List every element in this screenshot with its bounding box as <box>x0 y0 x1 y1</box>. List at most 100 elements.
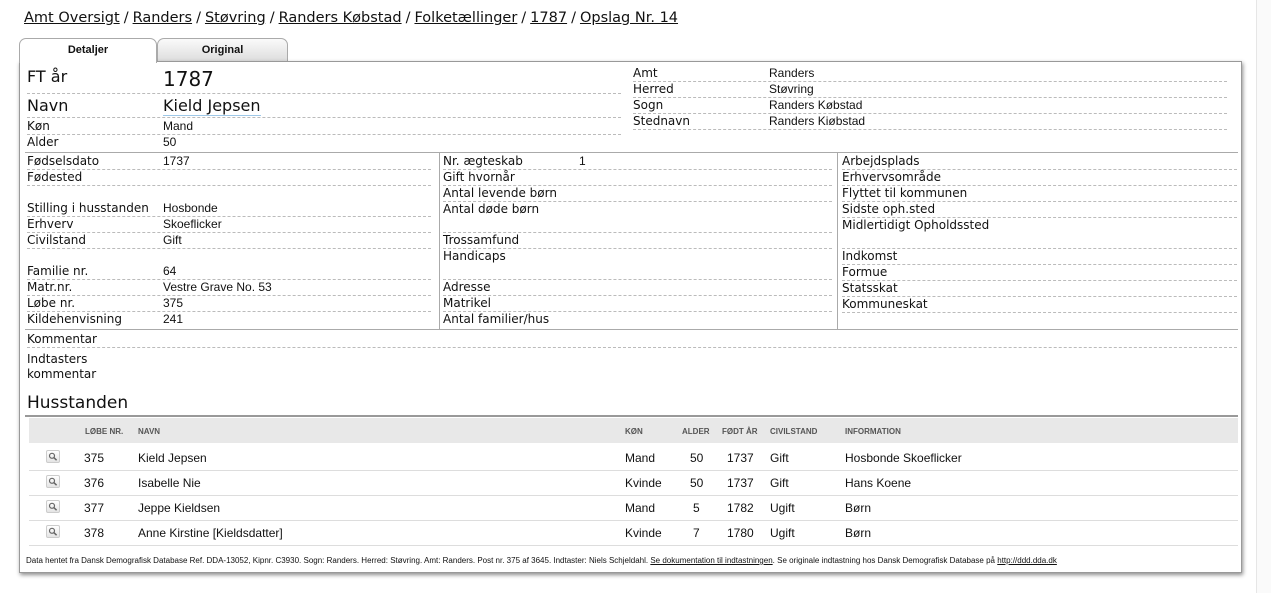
work-area-label: Erhvervsområde <box>842 170 941 184</box>
table-row[interactable]: 376 Isabelle Nie Kvinde 50 1737 Gift Han… <box>29 470 1238 496</box>
divider <box>27 117 621 118</box>
breadcrumb-separator: / <box>521 10 527 26</box>
row-age: 7 <box>693 526 700 540</box>
household-table-header: LØBE NR. NAVN KØN ALDER FØDT ÅR CIVILSTA… <box>29 418 1238 443</box>
magnifier-icon[interactable] <box>46 525 60 538</box>
row-civil: Ugift <box>770 526 795 540</box>
dda-link[interactable]: http://ddd.dda.dk <box>997 556 1057 565</box>
address-label: Adresse <box>443 280 491 294</box>
divider <box>27 232 431 233</box>
civil-value: Gift <box>163 233 182 247</box>
table-row[interactable]: 375 Kield Jepsen Mand 50 1737 Gift Hosbo… <box>29 445 1238 471</box>
breadcrumb-amt-oversigt[interactable]: Amt Oversigt <box>24 10 120 26</box>
divider <box>842 312 1237 313</box>
row-gender: Kvinde <box>625 476 662 490</box>
breadcrumb-separator: / <box>269 10 275 26</box>
row-info: Hans Koene <box>845 476 912 490</box>
row-gender: Mand <box>625 501 656 515</box>
breadcrumb-folketaellinger[interactable]: Folketællinger <box>414 10 517 26</box>
typist-comment-label-line2: kommentar <box>27 367 97 381</box>
row-info: Hosbonde Skoeflicker <box>845 451 962 465</box>
tab-details[interactable]: Detaljer <box>19 38 157 63</box>
row-info: Børn <box>845 526 872 540</box>
column-divider <box>837 153 838 329</box>
divider <box>27 248 431 249</box>
footer-text: Data hentet fra Dansk Demografisk Databa… <box>26 556 649 565</box>
temp-stay-label: Midlertidigt Opholdssted <box>842 218 990 232</box>
breadcrumb-year[interactable]: 1787 <box>530 10 567 26</box>
divider <box>27 185 431 186</box>
matrikel-label: Matrikel <box>443 296 491 310</box>
divider <box>633 129 1227 130</box>
column-divider <box>439 153 440 329</box>
divider <box>842 248 1237 249</box>
divider <box>27 93 621 94</box>
documentation-link[interactable]: Se dokumentation til indtastningen <box>650 556 772 565</box>
position-label: Stilling i husstanden <box>27 201 149 215</box>
civil-label: Civilstand <box>27 233 87 247</box>
gender-value: Mand <box>163 119 194 133</box>
row-civil: Ugift <box>770 501 795 515</box>
magnifier-icon[interactable] <box>46 450 60 463</box>
divider <box>633 97 1227 98</box>
herred-label: Herred <box>633 82 674 96</box>
matr-value: Vestre Grave No. 53 <box>163 280 272 294</box>
row-age: 50 <box>690 476 704 490</box>
breadcrumb-randers[interactable]: Randers <box>133 10 192 26</box>
table-row[interactable]: 378 Anne Kirstine [Kieldsdatter] Kvinde … <box>29 520 1238 546</box>
income-label: Indkomst <box>842 249 898 263</box>
handicaps-label: Handicaps <box>443 249 506 263</box>
divider <box>633 113 1227 114</box>
workplace-label: Arbejdsplads <box>842 154 920 168</box>
religion-label: Trossamfund <box>443 233 520 247</box>
stednavn-value: Randers Kiøbstad <box>769 114 866 128</box>
window-edge <box>1256 0 1271 593</box>
age-label: Alder <box>27 135 59 149</box>
header-gender: KØN <box>625 427 643 436</box>
living-children-label: Antal levende børn <box>443 186 557 200</box>
row-born: 1737 <box>727 451 754 465</box>
birthdate-value: 1737 <box>163 154 190 168</box>
row-born: 1737 <box>727 476 754 490</box>
row-name: Isabelle Nie <box>138 476 201 490</box>
source-footer: Data hentet fra Dansk Demografisk Databa… <box>26 556 1057 565</box>
magnifier-icon[interactable] <box>46 500 60 513</box>
occupation-label: Erhverv <box>27 217 74 231</box>
breadcrumb-opslag[interactable]: Opslag Nr. 14 <box>580 10 678 26</box>
header-born: FØDT ÅR <box>722 427 758 436</box>
moved-label: Flyttet til kommunen <box>842 186 968 200</box>
municipal-tax-label: Kommuneskat <box>842 297 928 311</box>
row-civil: Gift <box>770 476 789 490</box>
tab-original[interactable]: Original <box>157 38 288 62</box>
breadcrumb-separator: / <box>571 10 576 26</box>
header-age: ALDER <box>682 427 710 436</box>
magnifier-icon[interactable] <box>46 475 60 488</box>
stednavn-label: Stednavn <box>633 114 690 128</box>
breadcrumb-randers-kobstad[interactable]: Randers Købstad <box>279 10 402 26</box>
herred-value: Støvring <box>769 82 814 96</box>
section-divider <box>25 415 1238 417</box>
row-gender: Mand <box>625 451 656 465</box>
person-name: Kield Jepsen <box>163 96 261 116</box>
source-label: Kildehenvisning <box>27 312 122 326</box>
row-name: Kield Jepsen <box>138 451 207 465</box>
breadcrumb: Amt Oversigt / Randers / Støvring / Randers Kø… <box>24 10 678 26</box>
row-lobe: 378 <box>84 526 105 540</box>
table-row[interactable]: 377 Jeppe Kieldsen Mand 5 1782 Ugift Bør… <box>29 495 1238 521</box>
breadcrumb-stovring[interactable]: Støvring <box>205 10 266 26</box>
row-born: 1782 <box>727 501 754 515</box>
household-title: Husstanden <box>27 393 129 413</box>
divider <box>27 134 621 135</box>
ft-year-label: FT år <box>27 67 68 86</box>
breadcrumb-separator: / <box>405 10 411 26</box>
ft-year-value: 1787 <box>163 67 214 91</box>
divider <box>443 279 832 280</box>
divider <box>27 169 431 170</box>
divider <box>443 295 832 296</box>
divider <box>27 347 1237 348</box>
row-lobe: 377 <box>84 501 105 515</box>
section-divider <box>25 329 1238 330</box>
breadcrumb-separator: / <box>196 10 201 26</box>
header-civil: CIVILSTAND <box>770 427 818 436</box>
row-born: 1780 <box>727 526 754 540</box>
